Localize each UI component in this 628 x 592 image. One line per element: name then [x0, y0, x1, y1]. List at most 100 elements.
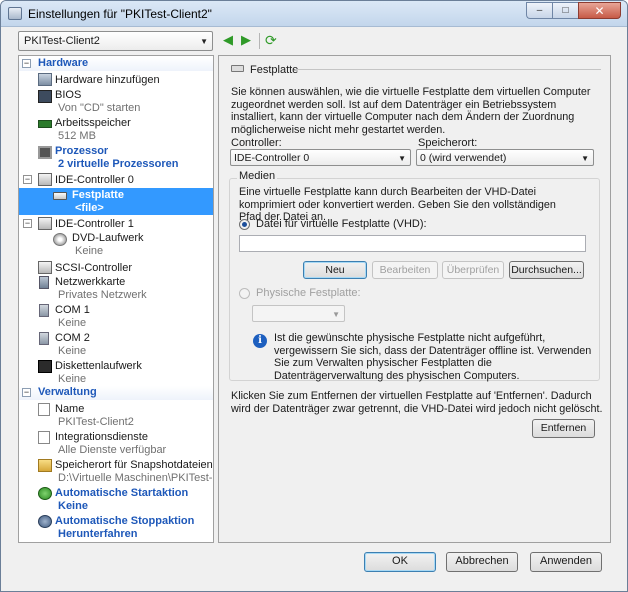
location-select-value: 0 (wird verwendet) — [420, 152, 507, 164]
settings-window: Einstellungen für "PKITest-Client2" – □ … — [0, 0, 628, 592]
tree-item-label: Automatische Stoppaktion — [55, 515, 195, 527]
tree-item-scsi-controller[interactable]: SCSI-Controller — [19, 260, 213, 276]
refresh-icon[interactable]: ⟳ — [265, 33, 277, 47]
tree-item-label: COM 1 — [55, 304, 90, 316]
controller-select[interactable]: IDE-Controller 0 ▼ — [230, 149, 411, 166]
com-port-icon — [39, 332, 49, 345]
vhd-radio[interactable] — [239, 219, 250, 230]
tree-item-label: Prozessor — [55, 145, 109, 157]
physical-disk-radio-label: Physische Festplatte: — [256, 287, 361, 299]
collapse-toggle-icon[interactable]: − — [22, 59, 31, 68]
tree-item-sublabel: D:\Virtuelle Maschinen\PKITest-Cli... — [58, 472, 213, 484]
collapse-toggle-icon[interactable]: − — [22, 388, 31, 397]
vhd-path-input[interactable] — [239, 235, 586, 252]
media-group-label: Medien — [237, 170, 278, 182]
chevron-down-icon: ▼ — [200, 37, 208, 46]
tree-item-sublabel: Keine — [75, 245, 104, 257]
tree-item-com2[interactable]: COM 2 Keine — [19, 331, 213, 358]
tree-item-snapshot-location[interactable]: Speicherort für Snapshotdateien D:\Virtu… — [19, 458, 213, 485]
floppy-disk-icon — [38, 360, 52, 373]
panel-title-text: Festplatte — [250, 64, 299, 76]
tree-item-hard-disk[interactable]: Festplatte <file> — [19, 188, 213, 215]
tree-item-sublabel: Alle Dienste verfügbar — [58, 444, 167, 456]
window-icon — [8, 7, 22, 20]
scsi-controller-icon — [38, 261, 52, 274]
snapshot-folder-icon — [38, 459, 52, 472]
cancel-button[interactable]: Abbrechen — [446, 552, 518, 572]
tree-item-label: Automatische Startaktion — [55, 487, 189, 499]
chevron-down-icon: ▼ — [398, 154, 406, 163]
tree-item-label: Speicherort für Snapshotdateien — [55, 459, 213, 471]
chevron-down-icon: ▼ — [581, 154, 589, 163]
network-adapter-icon — [39, 276, 49, 289]
physical-disk-select[interactable]: ▼ — [252, 305, 345, 322]
tree-item-label: Netzwerkkarte — [55, 276, 126, 288]
tree-item-name[interactable]: Name PKITest-Client2 — [19, 402, 213, 429]
section-hardware-label: Hardware — [38, 57, 89, 69]
name-icon — [38, 403, 50, 416]
tree-item-label: Festplatte — [72, 189, 124, 201]
controller-select-value: IDE-Controller 0 — [234, 152, 310, 164]
tree-item-sublabel: 2 virtuelle Prozessoren — [58, 158, 179, 170]
forward-arrow-icon[interactable]: ▶ — [241, 33, 251, 47]
integration-services-icon — [38, 431, 50, 444]
auto-stop-icon — [38, 515, 52, 528]
tree-item-label: IDE-Controller 0 — [55, 174, 134, 186]
browse-button[interactable]: Durchsuchen... — [509, 261, 584, 279]
info-text: Ist die gewünschte physische Festplatte … — [274, 332, 592, 382]
tree-item-sublabel: Keine — [58, 373, 87, 385]
apply-button[interactable]: Anwenden — [530, 552, 602, 572]
section-hardware[interactable]: − Hardware — [19, 57, 213, 71]
tree-item-sublabel: Keine — [58, 317, 87, 329]
tree-item-bios[interactable]: BIOS Von "CD" starten — [19, 88, 213, 114]
tree-item-integration-services[interactable]: Integrationsdienste Alle Dienste verfügb… — [19, 430, 213, 457]
settings-tree[interactable]: − Hardware Hardware hinzufügen BIOS Von … — [18, 55, 214, 543]
collapse-toggle-icon[interactable]: − — [23, 219, 32, 228]
inspect-button[interactable]: Überprüfen — [442, 261, 504, 279]
tree-item-ide-controller-1[interactable]: − IDE-Controller 1 — [19, 216, 213, 232]
minimize-button[interactable]: – — [526, 2, 552, 19]
location-select[interactable]: 0 (wird verwendet) ▼ — [416, 149, 594, 166]
tree-item-label: SCSI-Controller — [55, 262, 133, 274]
memory-icon — [38, 120, 52, 128]
com-port-icon — [39, 304, 49, 317]
tree-item-ide-controller-0[interactable]: − IDE-Controller 0 — [19, 172, 213, 188]
tree-item-label: BIOS — [55, 89, 82, 101]
section-management[interactable]: − Verwaltung — [19, 386, 213, 400]
tree-item-network-adapter[interactable]: Netzwerkkarte Privates Netzwerk — [19, 275, 213, 302]
back-arrow-icon[interactable]: ◀ — [223, 33, 233, 47]
remove-button[interactable]: Entfernen — [532, 419, 595, 438]
divider — [295, 69, 601, 70]
close-button[interactable]: ✕ — [578, 2, 621, 19]
ok-button[interactable]: OK — [364, 552, 436, 572]
physical-disk-radio[interactable] — [239, 288, 250, 299]
tree-item-add-hardware[interactable]: Hardware hinzufügen — [19, 72, 213, 88]
collapse-toggle-icon[interactable]: − — [23, 175, 32, 184]
toolbar-separator — [259, 33, 260, 49]
tree-item-com1[interactable]: COM 1 Keine — [19, 303, 213, 330]
ide-controller-icon — [38, 173, 52, 186]
add-hardware-icon — [38, 73, 52, 86]
tree-item-sublabel: <file> — [75, 202, 104, 214]
vm-selector[interactable]: PKITest-Client2 ▼ — [18, 31, 213, 51]
edit-button[interactable]: Bearbeiten — [372, 261, 438, 279]
tree-item-label: DVD-Laufwerk — [72, 232, 144, 244]
tree-item-processor[interactable]: Prozessor 2 virtuelle Prozessoren — [19, 144, 213, 172]
window-title: Einstellungen für "PKITest-Client2" — [28, 7, 212, 21]
tree-item-sublabel: Keine — [58, 500, 88, 512]
section-management-label: Verwaltung — [38, 386, 97, 398]
new-button[interactable]: Neu — [303, 261, 367, 279]
maximize-button[interactable]: □ — [552, 2, 578, 19]
tree-item-auto-start[interactable]: Automatische Startaktion Keine — [19, 486, 213, 514]
tree-item-auto-stop[interactable]: Automatische Stoppaktion Herunterfahren — [19, 514, 213, 542]
chevron-down-icon: ▼ — [332, 310, 340, 319]
tree-item-sublabel: 512 MB — [58, 130, 96, 142]
tree-item-label: Diskettenlaufwerk — [55, 360, 142, 372]
dvd-drive-icon — [53, 233, 67, 246]
tree-item-floppy-drive[interactable]: Diskettenlaufwerk Keine — [19, 359, 213, 386]
ide-controller-icon — [38, 217, 52, 230]
tree-item-dvd-drive[interactable]: DVD-Laufwerk Keine — [19, 231, 213, 258]
tree-item-label: Integrationsdienste — [55, 431, 148, 443]
tree-item-memory[interactable]: Arbeitsspeicher 512 MB — [19, 116, 213, 143]
tree-item-label: Name — [55, 403, 85, 415]
